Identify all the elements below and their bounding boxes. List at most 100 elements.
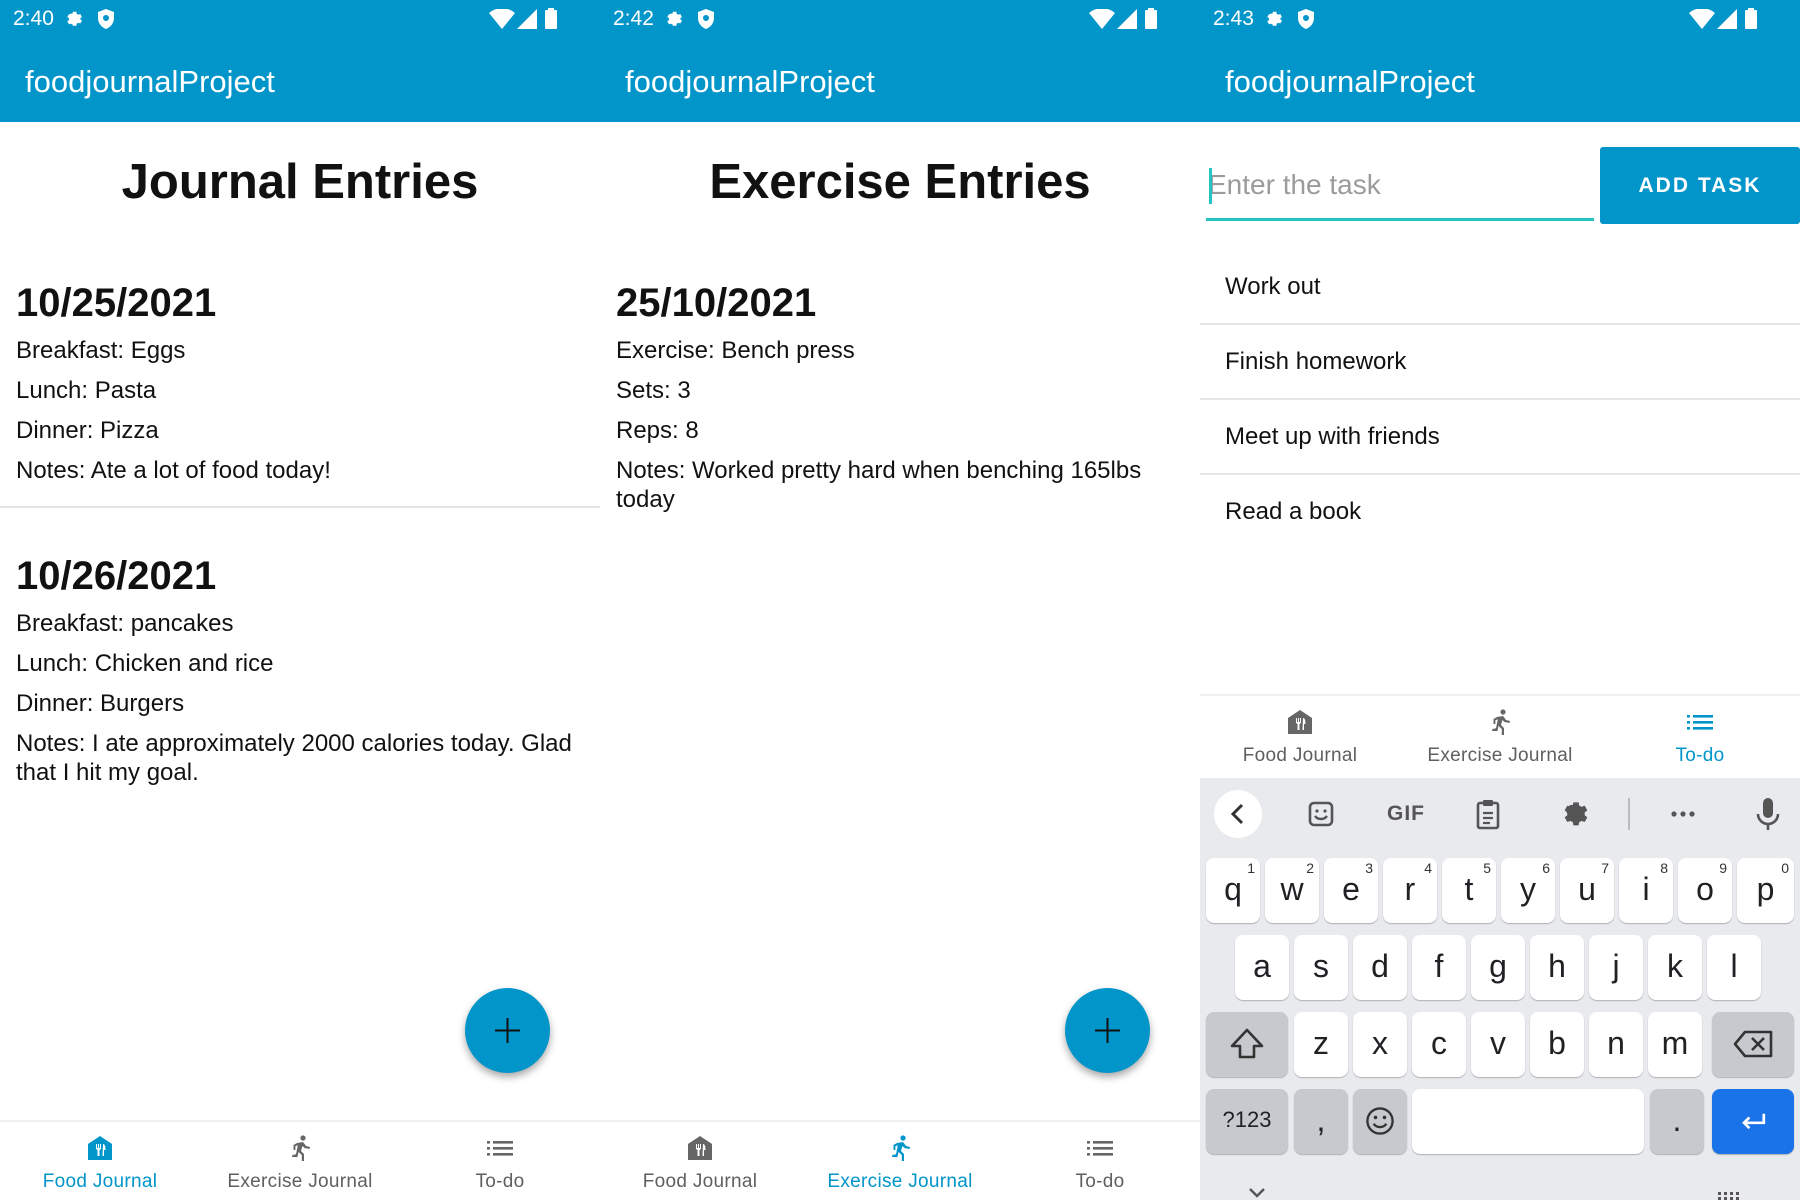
task-input[interactable]: Enter the task [1206, 152, 1594, 221]
shield-icon [98, 9, 114, 29]
entry-reps: Reps: 8 [616, 417, 699, 444]
status-time: 2:40 [13, 7, 54, 30]
task-item[interactable]: Meet up with friends [1200, 400, 1800, 475]
settings-gear-icon [1267, 11, 1282, 26]
signal-icon [1717, 9, 1737, 29]
running-icon [292, 1135, 310, 1161]
nav-exercise-journal[interactable]: Exercise Journal [200, 1122, 400, 1200]
key-t[interactable]: t5 [1442, 858, 1496, 923]
entry-dinner: Dinner: Pizza [16, 417, 159, 444]
nav-label: Food Journal [42, 1171, 158, 1192]
keyboard-back-button[interactable] [1214, 790, 1262, 838]
journal-entry[interactable]: 10/25/2021 Breakfast: Eggs Lunch: Pasta … [16, 280, 591, 496]
shift-key[interactable] [1206, 1012, 1288, 1077]
enter-key[interactable] [1712, 1089, 1794, 1154]
chevron-left-icon [1230, 803, 1244, 825]
key-c[interactable]: c [1412, 1012, 1466, 1077]
entry-sets: Sets: 3 [616, 377, 691, 404]
key-q[interactable]: q1 [1206, 858, 1260, 923]
add-entry-fab[interactable] [1065, 988, 1150, 1073]
hide-keyboard-chevron-icon[interactable] [1246, 1185, 1268, 1200]
entry-dinner: Dinner: Burgers [16, 690, 185, 717]
emoji-key[interactable] [1353, 1089, 1407, 1154]
journal-entry[interactable]: 10/26/2021 Breakfast: pancakes Lunch: Ch… [16, 553, 591, 798]
key-p[interactable]: p0 [1737, 858, 1794, 923]
comma-key[interactable]: , [1294, 1089, 1348, 1154]
nav-food-journal[interactable]: Food Journal [1200, 696, 1400, 778]
nav-todo[interactable]: To-do [400, 1122, 600, 1200]
app-bar: foodjournalProject [0, 38, 600, 122]
plus-icon [495, 1018, 520, 1043]
add-task-button[interactable]: ADD TASK [1600, 147, 1800, 224]
nav-label: Food Journal [1242, 745, 1358, 766]
gif-button[interactable]: GIF [1376, 794, 1436, 834]
nav-label: Exercise Journal [827, 1171, 973, 1192]
keyboard-switch-icon[interactable] [1716, 1190, 1746, 1200]
key-o[interactable]: o9 [1678, 858, 1732, 923]
key-x[interactable]: x [1353, 1012, 1407, 1077]
entry-exercise: Exercise: Bench press [616, 337, 855, 364]
task-item[interactable]: Finish homework [1200, 325, 1800, 400]
key-g[interactable]: g [1471, 935, 1525, 1000]
key-k[interactable]: k [1648, 935, 1702, 1000]
phone-todo: 2:43 foodjournalProject Enter the task A… [1200, 0, 1800, 1200]
key-d[interactable]: d [1353, 935, 1407, 1000]
shift-icon [1230, 1028, 1264, 1059]
key-y[interactable]: y6 [1501, 858, 1555, 923]
space-key[interactable] [1412, 1089, 1644, 1154]
symbols-key[interactable]: ?123 [1206, 1089, 1288, 1154]
key-m[interactable]: m [1648, 1012, 1702, 1077]
task-item[interactable]: Read a book [1200, 475, 1800, 550]
key-r[interactable]: r4 [1383, 858, 1437, 923]
wifi-icon [1689, 9, 1715, 29]
key-b[interactable]: b [1530, 1012, 1584, 1077]
key-z[interactable]: z [1294, 1012, 1348, 1077]
backspace-key[interactable] [1712, 1012, 1794, 1077]
key-v[interactable]: v [1471, 1012, 1525, 1077]
key-u[interactable]: u7 [1560, 858, 1614, 923]
settings-gear-icon[interactable] [1556, 794, 1596, 834]
microphone-icon[interactable] [1748, 792, 1788, 836]
more-options-icon[interactable] [1663, 794, 1703, 834]
nav-label: To-do [1675, 745, 1725, 766]
nav-todo[interactable]: To-do [1600, 696, 1800, 778]
nav-exercise-journal[interactable]: Exercise Journal [800, 1122, 1000, 1200]
key-a[interactable]: a [1235, 935, 1289, 1000]
app-title: foodjournalProject [625, 64, 875, 99]
nav-food-journal[interactable]: Food Journal [600, 1122, 800, 1200]
nav-food-journal[interactable]: Food Journal [0, 1122, 200, 1200]
clipboard-icon[interactable] [1468, 794, 1508, 834]
add-entry-fab[interactable] [465, 988, 550, 1073]
toolbar-divider [1628, 798, 1630, 830]
entry-breakfast: Breakfast: Eggs [16, 337, 186, 364]
status-time: 2:43 [1213, 7, 1254, 30]
key-f[interactable]: f [1412, 935, 1466, 1000]
key-l[interactable]: l [1707, 935, 1761, 1000]
key-i[interactable]: i8 [1619, 858, 1673, 923]
period-key[interactable]: . [1650, 1089, 1704, 1154]
status-bar: 2:42 [600, 0, 1200, 38]
app-bar: foodjournalProject [600, 38, 1200, 122]
status-bar: 2:43 [1200, 0, 1800, 38]
running-icon [892, 1135, 910, 1161]
task-item[interactable]: Work out [1200, 250, 1800, 325]
wifi-icon [489, 9, 515, 29]
nav-exercise-journal[interactable]: Exercise Journal [1400, 696, 1600, 778]
enter-arrow-icon [1742, 1113, 1766, 1130]
sticker-icon[interactable] [1301, 794, 1341, 834]
nav-label: To-do [1075, 1171, 1125, 1192]
key-s[interactable]: s [1294, 935, 1348, 1000]
key-w[interactable]: w2 [1265, 858, 1319, 923]
key-n[interactable]: n [1589, 1012, 1643, 1077]
list-icon [1687, 715, 1713, 730]
nav-todo[interactable]: To-do [1000, 1122, 1200, 1200]
key-e[interactable]: e3 [1324, 858, 1378, 923]
app-title: foodjournalProject [1225, 64, 1475, 99]
exercise-entry[interactable]: 25/10/2021 Exercise: Bench press Sets: 3… [616, 280, 1191, 525]
bottom-navigation: Food Journal Exercise Journal To-do [1200, 694, 1800, 776]
entry-date: 10/26/2021 [16, 554, 217, 598]
key-h[interactable]: h [1530, 935, 1584, 1000]
key-j[interactable]: j [1589, 935, 1643, 1000]
entry-lunch: Lunch: Pasta [16, 377, 157, 404]
phone-food-journal: 2:40 foodjournalProject Journal Entries … [0, 0, 600, 1200]
